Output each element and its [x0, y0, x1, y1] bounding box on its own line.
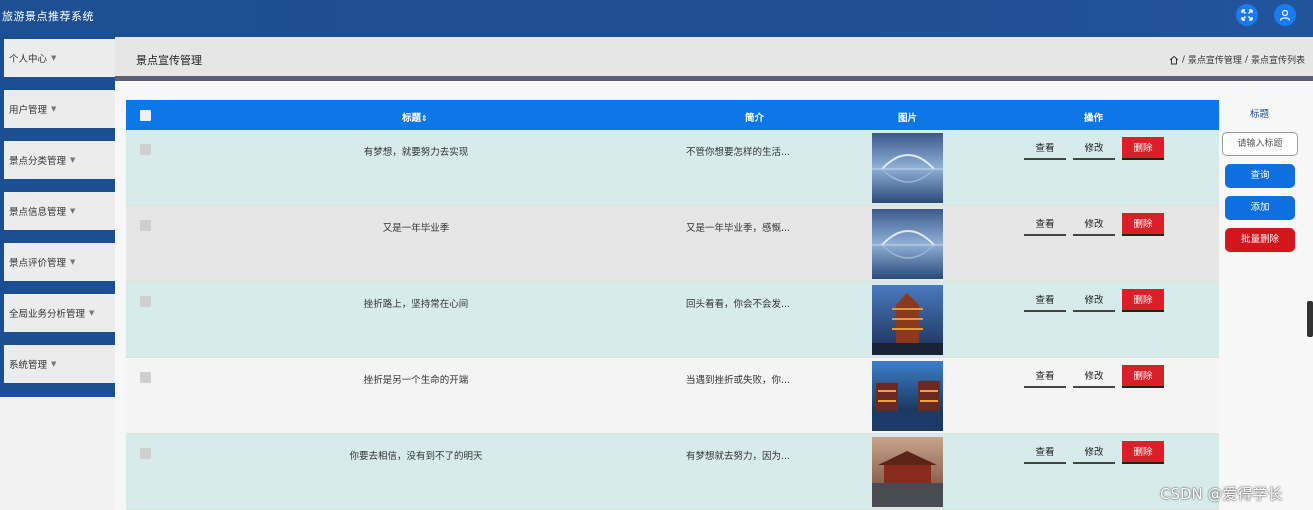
caret-down-icon: ▼: [70, 258, 76, 266]
row-intro: 又是一年毕业季，感慨...: [686, 223, 791, 234]
table-header: 标题⇕ 简介 图片 操作: [126, 100, 1219, 130]
delete-button[interactable]: 删除: [1122, 289, 1164, 312]
breadcrumb-item[interactable]: 景点宣传管理: [1188, 53, 1242, 66]
river-night-photo[interactable]: [872, 361, 943, 431]
data-table: 标题⇕ 简介 图片 操作 有梦想，就要努力去实现 不管你想要怎样的生活... 查…: [126, 100, 1219, 510]
edit-button[interactable]: 修改: [1073, 444, 1115, 464]
sidebar-item-review-management[interactable]: 景点评价管理 ▼: [4, 243, 115, 281]
row-intro: 当遇到挫折或失败，你...: [686, 375, 791, 386]
fullscreen-icon[interactable]: [1236, 4, 1258, 26]
breadcrumb: / 景点宣传管理 / 景点宣传列表: [1169, 53, 1305, 66]
add-button[interactable]: 添加: [1225, 196, 1295, 220]
caret-down-icon: ▼: [70, 156, 76, 164]
caret-down-icon: ▼: [51, 105, 57, 113]
sidebar-item-label: 全局业务分析管理: [9, 309, 86, 320]
sidebar-item-label: 个人中心: [9, 54, 48, 65]
breadcrumb-separator: /: [1244, 54, 1248, 65]
page-header: 景点宣传管理 / 景点宣传管理 / 景点宣传列表: [115, 37, 1313, 76]
row-title: 又是一年毕业季: [382, 223, 450, 234]
edit-button[interactable]: 修改: [1073, 292, 1115, 312]
column-header-image: 图片: [898, 113, 918, 124]
home-icon[interactable]: [1169, 55, 1179, 65]
edit-button[interactable]: 修改: [1073, 368, 1115, 388]
row-checkbox[interactable]: [140, 448, 151, 459]
breadcrumb-separator: /: [1181, 54, 1185, 65]
view-button[interactable]: 查看: [1024, 292, 1066, 312]
delete-button[interactable]: 删除: [1122, 441, 1164, 464]
sidebar-item-personal-center[interactable]: 个人中心 ▼: [4, 39, 115, 77]
tower-photo[interactable]: [872, 285, 943, 355]
user-icon[interactable]: [1274, 4, 1296, 26]
row-title: 有梦想，就要努力去实现: [363, 147, 469, 158]
sidebar-item-business-analysis[interactable]: 全局业务分析管理 ▼: [4, 294, 115, 332]
column-header-intro: 简介: [745, 113, 765, 124]
delete-button[interactable]: 删除: [1122, 365, 1164, 388]
title-search-input[interactable]: [1222, 132, 1298, 156]
edit-button[interactable]: 修改: [1073, 140, 1115, 160]
delete-button[interactable]: 删除: [1122, 137, 1164, 160]
watermark: CSDN @爱得学长: [1160, 485, 1283, 503]
row-title: 挫折路上，坚持常在心间: [363, 299, 469, 310]
batch-delete-button[interactable]: 批量删除: [1225, 228, 1295, 252]
row-intro: 回头看看，你会不会发...: [686, 299, 791, 310]
column-header-actions: 操作: [1084, 113, 1104, 124]
row-checkbox[interactable]: [140, 144, 151, 155]
table-row: 你要去相信，没有到不了的明天 有梦想就去努力，因为... 查看 修改 删除: [126, 434, 1219, 510]
row-checkbox[interactable]: [140, 372, 151, 383]
row-intro: 有梦想就去努力，因为...: [686, 451, 791, 462]
sort-icon[interactable]: ⇕: [421, 114, 428, 123]
temple-photo[interactable]: [872, 437, 943, 507]
sidebar-item-label: 景点分类管理: [9, 156, 67, 167]
row-checkbox[interactable]: [140, 296, 151, 307]
column-header-title[interactable]: 标题⇕: [402, 110, 428, 124]
query-button[interactable]: 查询: [1225, 164, 1295, 188]
table-row: 有梦想，就要努力去实现 不管你想要怎样的生活... 查看 修改 删除: [126, 130, 1219, 206]
page-title: 景点宣传管理: [136, 54, 202, 67]
row-intro: 不管你想要怎样的生活...: [686, 147, 791, 158]
sidebar: 个人中心 ▼ 用户管理 ▼ 景点分类管理 ▼ 景点信息管理 ▼ 景点评价管理 ▼ 全局业务…: [0, 37, 115, 397]
search-title-label: 标题: [1250, 109, 1270, 120]
breadcrumb-item: 景点宣传列表: [1250, 56, 1305, 66]
view-button[interactable]: 查看: [1024, 368, 1066, 388]
caret-down-icon: ▼: [51, 54, 57, 62]
sidebar-item-spot-info-management[interactable]: 景点信息管理 ▼: [4, 192, 115, 230]
view-button[interactable]: 查看: [1024, 444, 1066, 464]
top-bar: 旅游景点推荐系统: [0, 0, 1313, 37]
sidebar-item-label: 景点信息管理: [9, 207, 67, 218]
table-row: 又是一年毕业季 又是一年毕业季，感慨... 查看 修改 删除: [126, 206, 1219, 282]
sidebar-item-label: 用户管理: [9, 105, 48, 116]
bridge-photo[interactable]: [872, 209, 943, 279]
sidebar-item-user-management[interactable]: 用户管理 ▼: [4, 90, 115, 128]
view-button[interactable]: 查看: [1024, 140, 1066, 160]
scrollbar-handle[interactable]: [1307, 301, 1313, 337]
bridge-photo[interactable]: [872, 133, 943, 203]
sidebar-item-label: 景点评价管理: [9, 258, 67, 269]
view-button[interactable]: 查看: [1024, 216, 1066, 236]
edit-button[interactable]: 修改: [1073, 216, 1115, 236]
table-row: 挫折路上，坚持常在心间 回头看看，你会不会发... 查看 修改 删除: [126, 282, 1219, 358]
caret-down-icon: ▼: [89, 309, 95, 317]
row-title: 挫折是另一个生命的开端: [363, 375, 469, 386]
select-all-checkbox[interactable]: [140, 110, 151, 121]
sidebar-item-category-management[interactable]: 景点分类管理 ▼: [4, 141, 115, 179]
row-checkbox[interactable]: [140, 220, 151, 231]
delete-button[interactable]: 删除: [1122, 213, 1164, 236]
sidebar-item-system-management[interactable]: 系统管理 ▼: [4, 345, 115, 383]
table-row: 挫折是另一个生命的开端 当遇到挫折或失败，你... 查看 修改 删除: [126, 358, 1219, 434]
row-title: 你要去相信，没有到不了的明天: [349, 451, 483, 462]
caret-down-icon: ▼: [51, 360, 57, 368]
app-title: 旅游景点推荐系统: [2, 10, 94, 23]
caret-down-icon: ▼: [70, 207, 76, 215]
sidebar-item-label: 系统管理: [9, 360, 48, 371]
